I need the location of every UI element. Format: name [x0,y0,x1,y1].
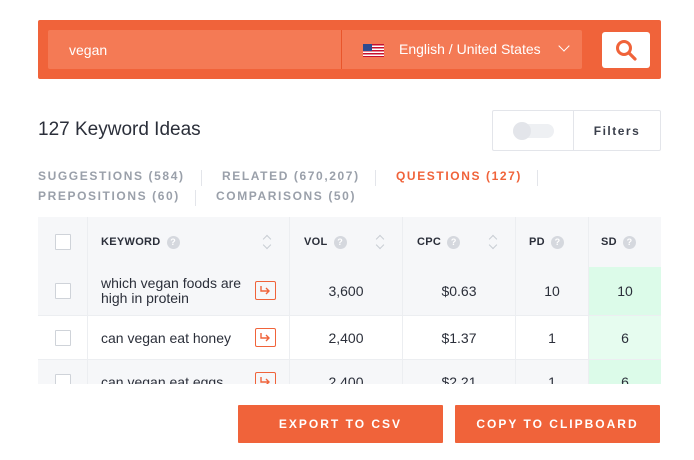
help-icon[interactable]: ? [166,235,180,249]
tab-comparisons[interactable]: COMPARISONS (50) [216,189,356,203]
filters-button[interactable]: Filters [574,111,660,150]
pd-cell: 10 [516,267,589,315]
row-select-cell [38,316,88,359]
table-row[interactable]: which vegan foods are high in protein 3,… [38,267,661,315]
header-select-cell [38,217,88,267]
vol-cell: 2,400 [290,316,403,359]
vol-cell: 3,600 [290,267,403,315]
tab-divider [195,190,196,206]
sd-cell: 10 [589,267,661,315]
table-header: KEYWORD ? VOL ? CPC ? PD ? SD ? [38,217,661,267]
search-input[interactable]: vegan [48,30,341,69]
header-keyword-label: KEYWORD [101,236,161,248]
sd-cell: 6 [589,316,661,359]
pd-cell: 1 [516,316,589,359]
tab-divider [537,170,538,186]
header-pd[interactable]: PD ? [516,217,589,267]
search-button[interactable] [602,32,650,68]
tab-divider [201,170,202,186]
filters-toggle-area [493,111,574,150]
row-checkbox[interactable] [54,329,71,346]
sort-icon[interactable] [489,235,497,249]
tab-questions[interactable]: QUESTIONS (127) [396,169,522,183]
keyword-text[interactable]: can vegan eat honey [101,330,231,346]
header-cpc-label: CPC [417,236,442,248]
sort-icon[interactable] [263,235,271,249]
filters-control: Filters [492,110,661,151]
tab-divider [375,170,376,186]
search-icon [616,40,637,61]
search-query: vegan [69,41,108,58]
tab-suggestions[interactable]: SUGGESTIONS (584) [38,169,185,183]
header-sd-label: SD [601,236,617,248]
filters-toggle[interactable] [513,122,554,140]
help-icon[interactable]: ? [550,235,564,249]
tab-prepositions[interactable]: PREPOSITIONS (60) [38,189,180,203]
help-icon[interactable]: ? [447,235,461,249]
cpc-cell: $1.37 [403,316,516,359]
keyword-cell: can vegan eat honey [88,316,290,359]
table-row[interactable]: can vegan eat honey 2,400 $1.37 1 6 [38,315,661,359]
chevron-down-icon [558,40,570,52]
row-checkbox[interactable] [54,283,71,299]
tab-related[interactable]: RELATED (670,207) [222,169,360,183]
search-bar: vegan English / United States [38,20,661,79]
page-title: 127 Keyword Ideas [38,119,201,140]
header-keyword[interactable]: KEYWORD ? [88,217,290,267]
keyword-text[interactable]: which vegan foods are high in protein [101,276,251,306]
sort-icon[interactable] [376,235,384,249]
open-keyword-icon[interactable] [255,281,276,300]
cpc-cell: $0.63 [403,267,516,315]
open-keyword-icon[interactable] [255,328,276,347]
language-label: English / United States [399,41,541,57]
help-icon[interactable]: ? [622,235,636,249]
select-all-checkbox[interactable] [54,234,71,250]
export-csv-button[interactable]: EXPORT TO CSV [238,405,443,443]
header-sd[interactable]: SD ? [589,217,661,267]
toggle-knob [513,122,531,140]
keyword-cell: which vegan foods are high in protein [88,267,290,315]
help-icon[interactable]: ? [333,235,347,249]
header-vol[interactable]: VOL ? [290,217,403,267]
header-pd-label: PD [529,236,545,248]
copy-clipboard-button[interactable]: COPY TO CLIPBOARD [455,405,660,443]
row-select-cell [38,267,88,315]
us-flag-icon [363,44,384,57]
language-select[interactable]: English / United States [341,30,582,69]
header-vol-label: VOL [304,236,328,248]
header-cpc[interactable]: CPC ? [403,217,516,267]
